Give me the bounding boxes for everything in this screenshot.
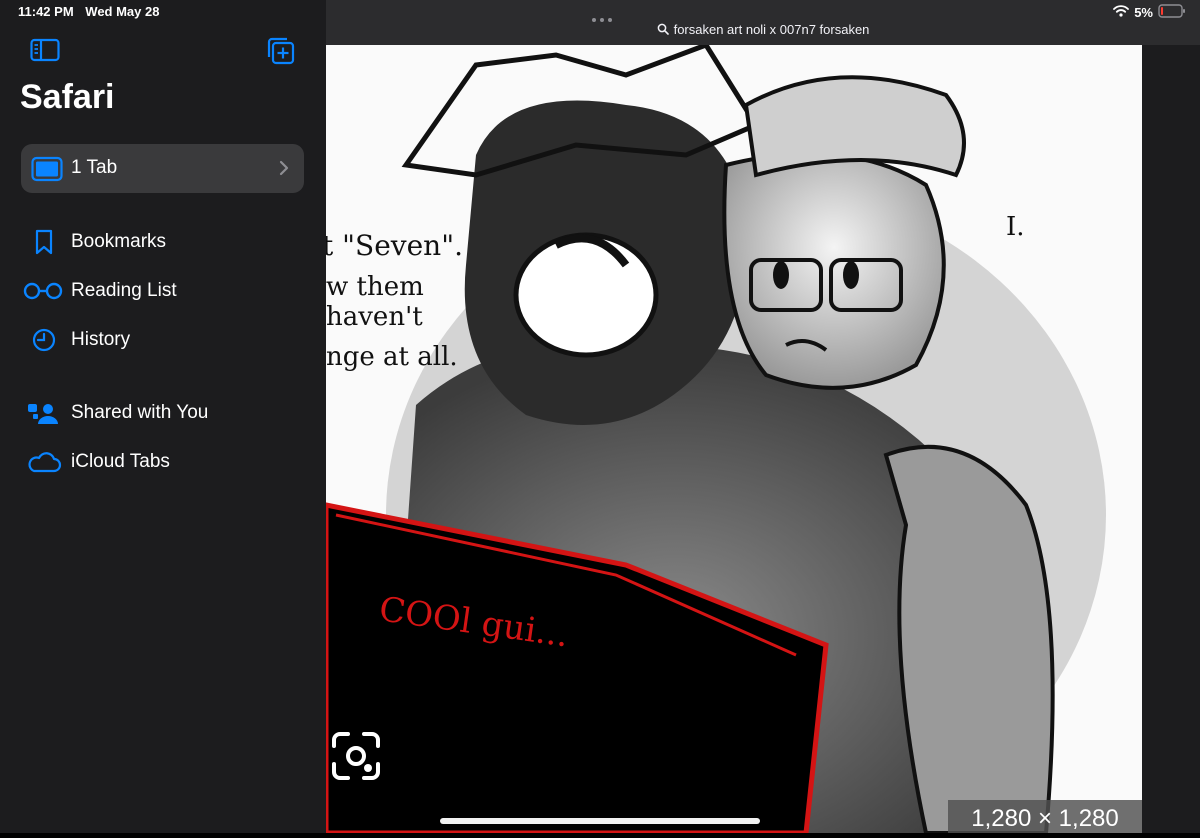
sidebar-item-label: Reading List [71, 280, 177, 301]
image-viewer: forsaken art noli x 007n7 forsaken 5% CO… [326, 0, 1200, 833]
more-options-icon[interactable] [590, 10, 614, 22]
status-time: 11:42 PM [18, 4, 74, 19]
tab-group-label: 1 Tab [71, 157, 118, 178]
battery-icon [1158, 4, 1186, 21]
status-indicators: 5% [1113, 4, 1186, 21]
bookmark-icon [26, 229, 66, 255]
visual-lookup-icon[interactable] [328, 728, 384, 784]
image-dimensions-label: 1,280 × 1,280 [948, 800, 1142, 833]
status-bar-clock: 11:42 PM Wed May 28 [18, 4, 167, 19]
viewer-topbar: forsaken art noli x 007n7 forsaken 5% [326, 0, 1200, 45]
history-icon [26, 327, 66, 353]
sidebar-title: Safari [20, 78, 115, 116]
sidebar-item-history[interactable]: History [26, 323, 316, 357]
sidebar-item-label: Bookmarks [71, 231, 167, 252]
artwork-text-line1: t "Seven". [326, 229, 463, 262]
home-indicator[interactable] [440, 818, 760, 824]
status-date: Wed May 28 [85, 4, 160, 19]
artwork-text-side: I. [1006, 212, 1025, 242]
sidebar-item-icloud-tabs[interactable]: iCloud Tabs [26, 445, 316, 479]
search-icon [657, 23, 669, 35]
search-query-text: forsaken art noli x 007n7 forsaken [673, 22, 870, 37]
artwork-image: COOl gui... t "Seven". w them haven't ng… [326, 45, 1142, 833]
sidebar-item-label: History [71, 329, 131, 350]
tab-icon [31, 156, 63, 182]
shared-with-you-icon [26, 400, 66, 426]
sidebar-toggle-icon[interactable] [30, 38, 60, 62]
artwork-text-line2: w them [326, 272, 424, 302]
artwork-text-line4: nge at all. [326, 342, 458, 372]
reading-list-icon [22, 278, 63, 304]
sidebar-item-label: Shared with You [71, 402, 209, 423]
sidebar: 11:42 PM Wed May 28 Safari 1 Tab Bookmar… [0, 0, 326, 833]
wifi-icon [1113, 5, 1130, 20]
sidebar-item-shared-with-you[interactable]: Shared with You [26, 396, 316, 430]
chevron-right-icon [278, 158, 290, 178]
battery-percent: 5% [1134, 5, 1153, 20]
search-query-bar[interactable]: forsaken art noli x 007n7 forsaken [326, 22, 1200, 37]
sidebar-item-bookmarks[interactable]: Bookmarks [26, 225, 316, 259]
viewer-gutter [1142, 45, 1200, 833]
sidebar-item-reading-list[interactable]: Reading List [22, 274, 312, 308]
new-tab-group-icon[interactable] [266, 36, 296, 66]
artwork-text-line3: haven't [326, 302, 423, 332]
sidebar-item-label: iCloud Tabs [71, 451, 170, 472]
tab-group-item[interactable]: 1 Tab [21, 144, 304, 193]
icloud-icon [26, 449, 66, 475]
